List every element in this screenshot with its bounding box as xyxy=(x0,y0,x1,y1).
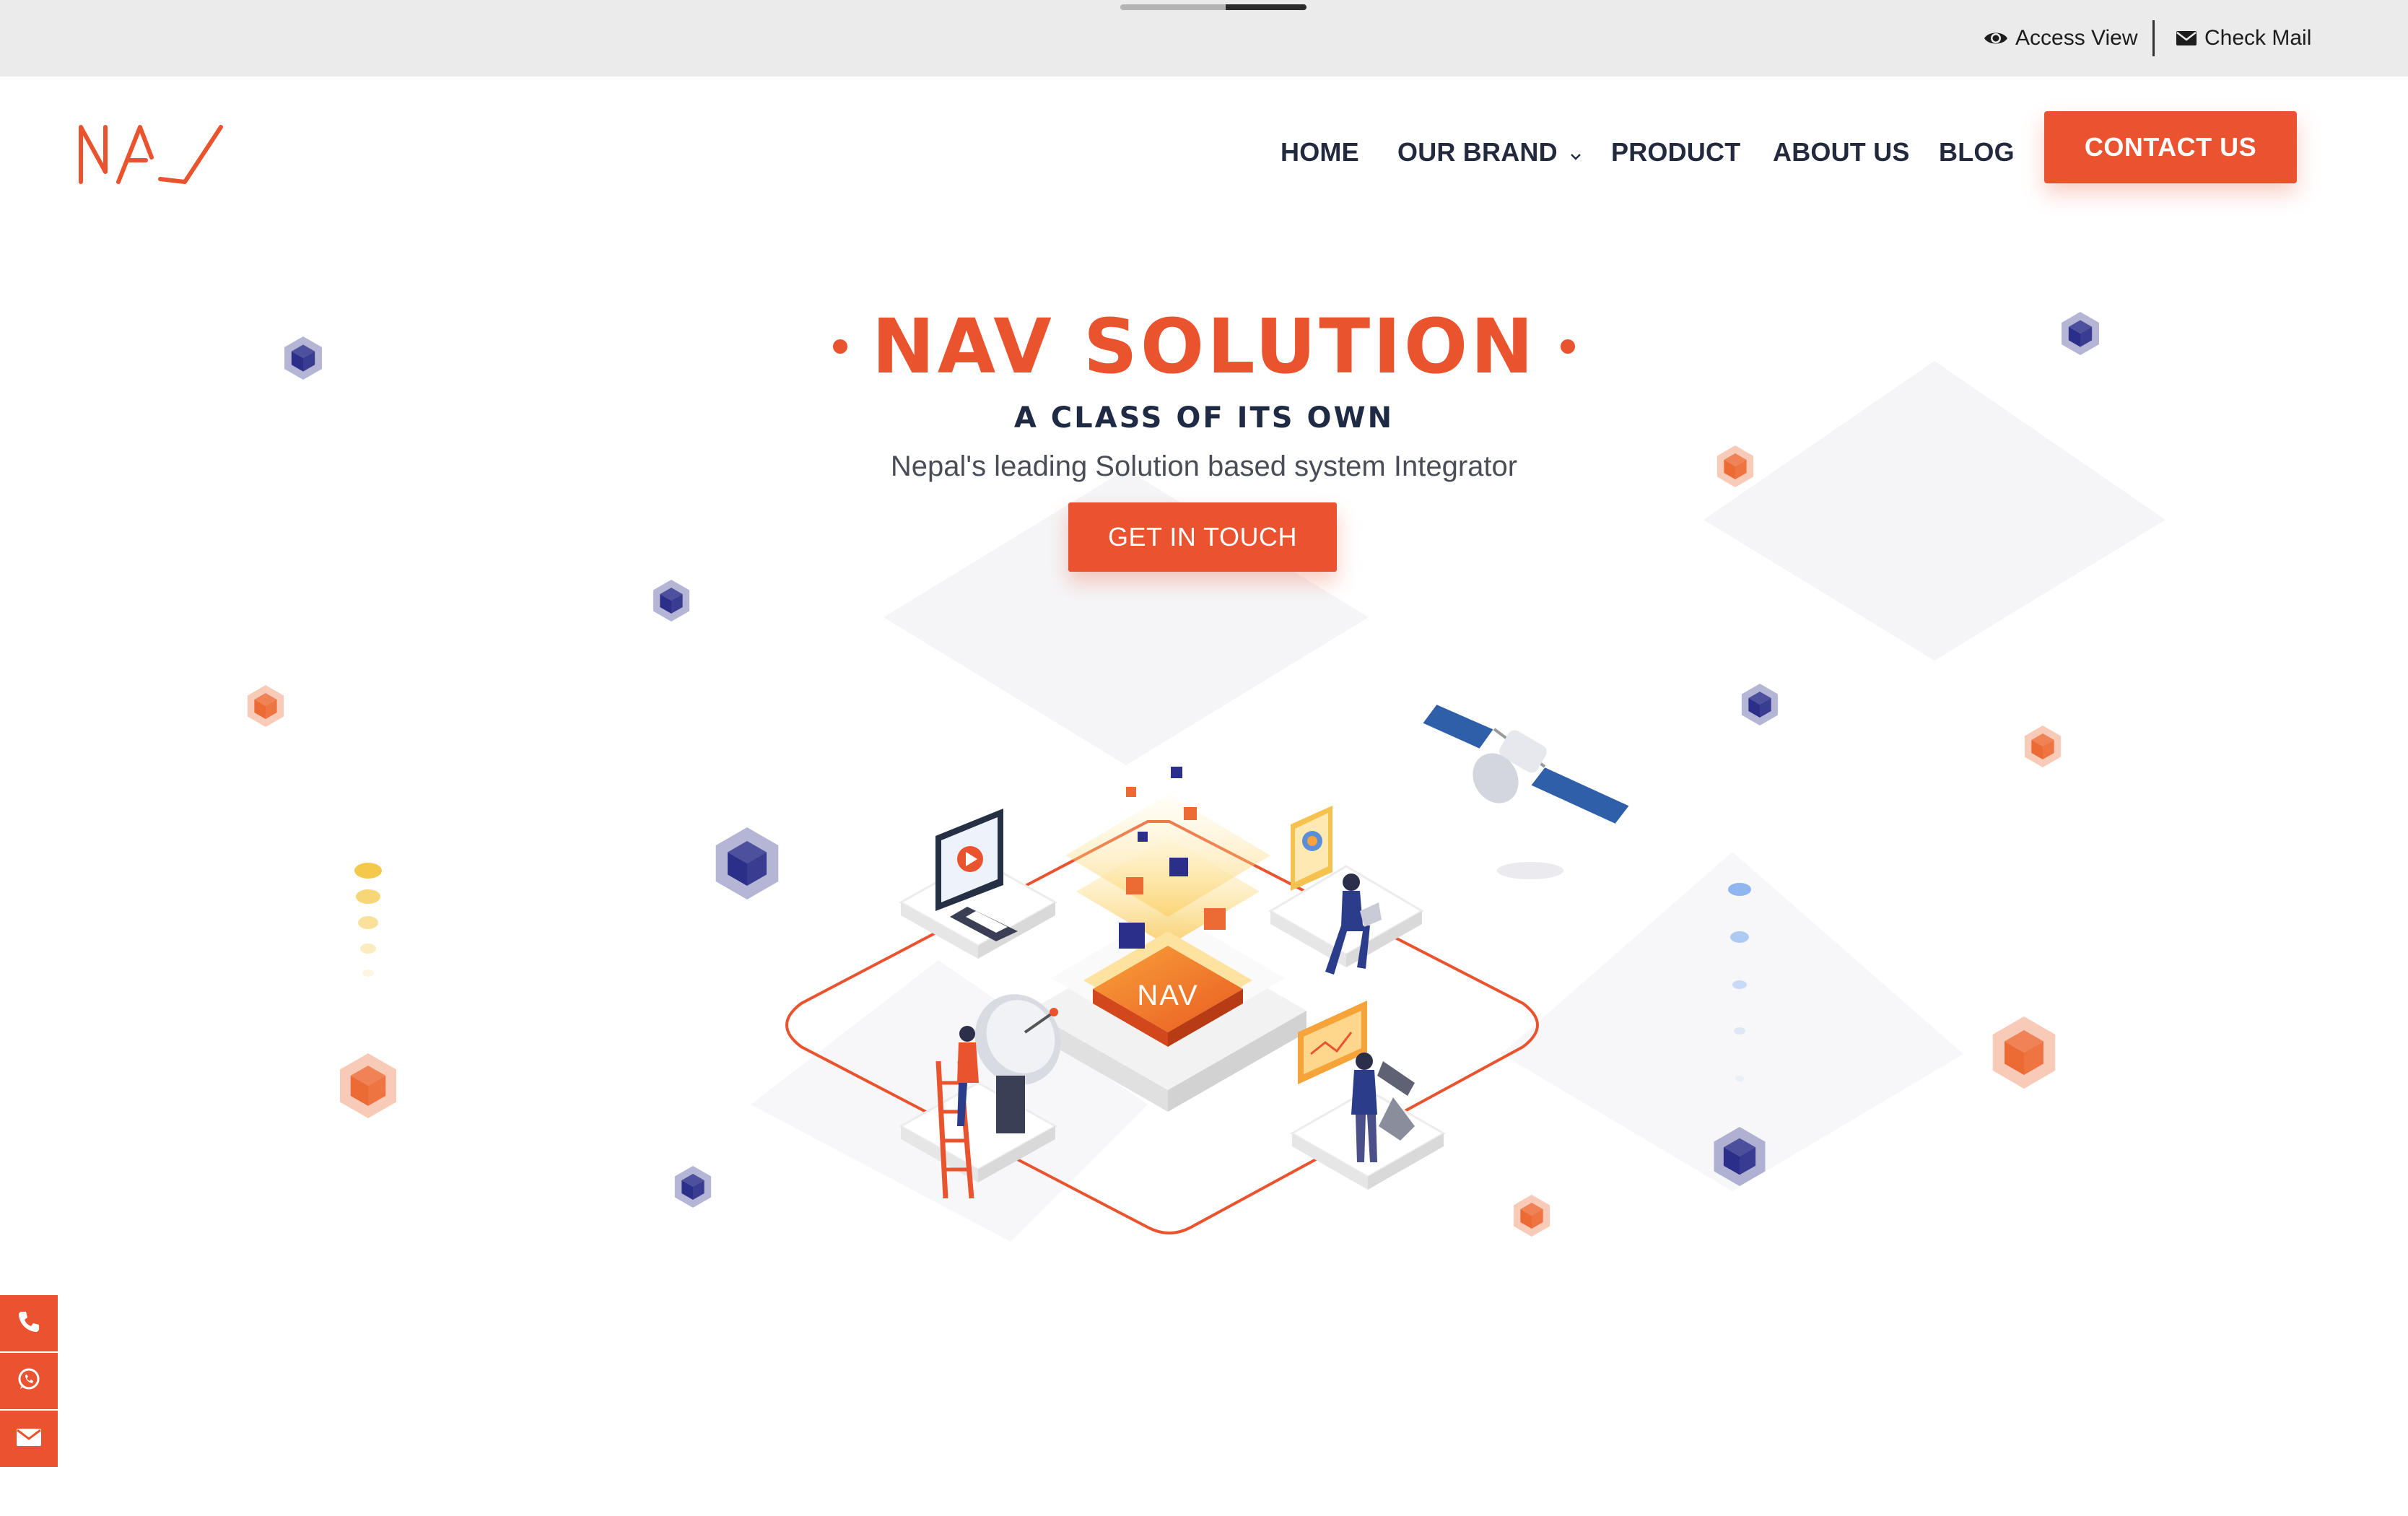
access-view-link[interactable]: Access View xyxy=(1984,24,2138,53)
chevron-down-icon xyxy=(1569,137,1582,167)
phone-icon xyxy=(16,1309,42,1338)
check-mail-link[interactable]: Check Mail xyxy=(2176,24,2311,53)
top-utility-bar: Access View Check Mail xyxy=(0,0,2408,77)
floating-phone-button[interactable] xyxy=(0,1295,58,1351)
hero-description: Nepal's leading Solution based system In… xyxy=(890,450,1518,482)
hero-subtitle: A CLASS OF ITS OWN xyxy=(1013,401,1395,435)
topbar-divider xyxy=(2152,20,2155,56)
nav-about-us[interactable]: ABOUT US xyxy=(1773,134,1910,170)
get-in-touch-button[interactable]: GET IN TOUCH xyxy=(1068,502,1337,572)
site-header: HOME OUR BRAND PRODUCT ABOUT US BLOG CON… xyxy=(0,77,2408,221)
envelope-icon xyxy=(2176,30,2197,47)
contact-us-button[interactable]: CONTACT US xyxy=(2044,111,2297,183)
satellite-illustration xyxy=(1421,702,1631,879)
access-view-label: Access View xyxy=(2015,26,2138,50)
envelope-icon xyxy=(15,1426,43,1452)
nav-blog[interactable]: BLOG xyxy=(1939,134,2015,170)
floating-mail-button[interactable] xyxy=(0,1411,58,1467)
scroll-indicator xyxy=(1120,4,1306,10)
dotted-column-left xyxy=(354,863,382,977)
nav-home[interactable]: HOME xyxy=(1281,134,1359,170)
nav-our-brand-label: OUR BRAND xyxy=(1397,137,1558,167)
whatsapp-icon xyxy=(16,1367,42,1396)
floating-whatsapp-button[interactable] xyxy=(0,1353,58,1409)
hub-logo-text: NAV xyxy=(1137,980,1198,1011)
check-mail-label: Check Mail xyxy=(2204,26,2312,50)
nav-product[interactable]: PRODUCT xyxy=(1611,134,1740,170)
hero-title-text: NAV SOLUTION xyxy=(871,302,1537,391)
hero-title: NAV SOLUTION xyxy=(832,302,1576,391)
nav-our-brand[interactable]: OUR BRAND xyxy=(1397,134,1582,170)
title-dot-left xyxy=(832,339,847,354)
eye-icon xyxy=(1984,30,2008,47)
scroll-indicator-thumb xyxy=(1226,4,1306,10)
